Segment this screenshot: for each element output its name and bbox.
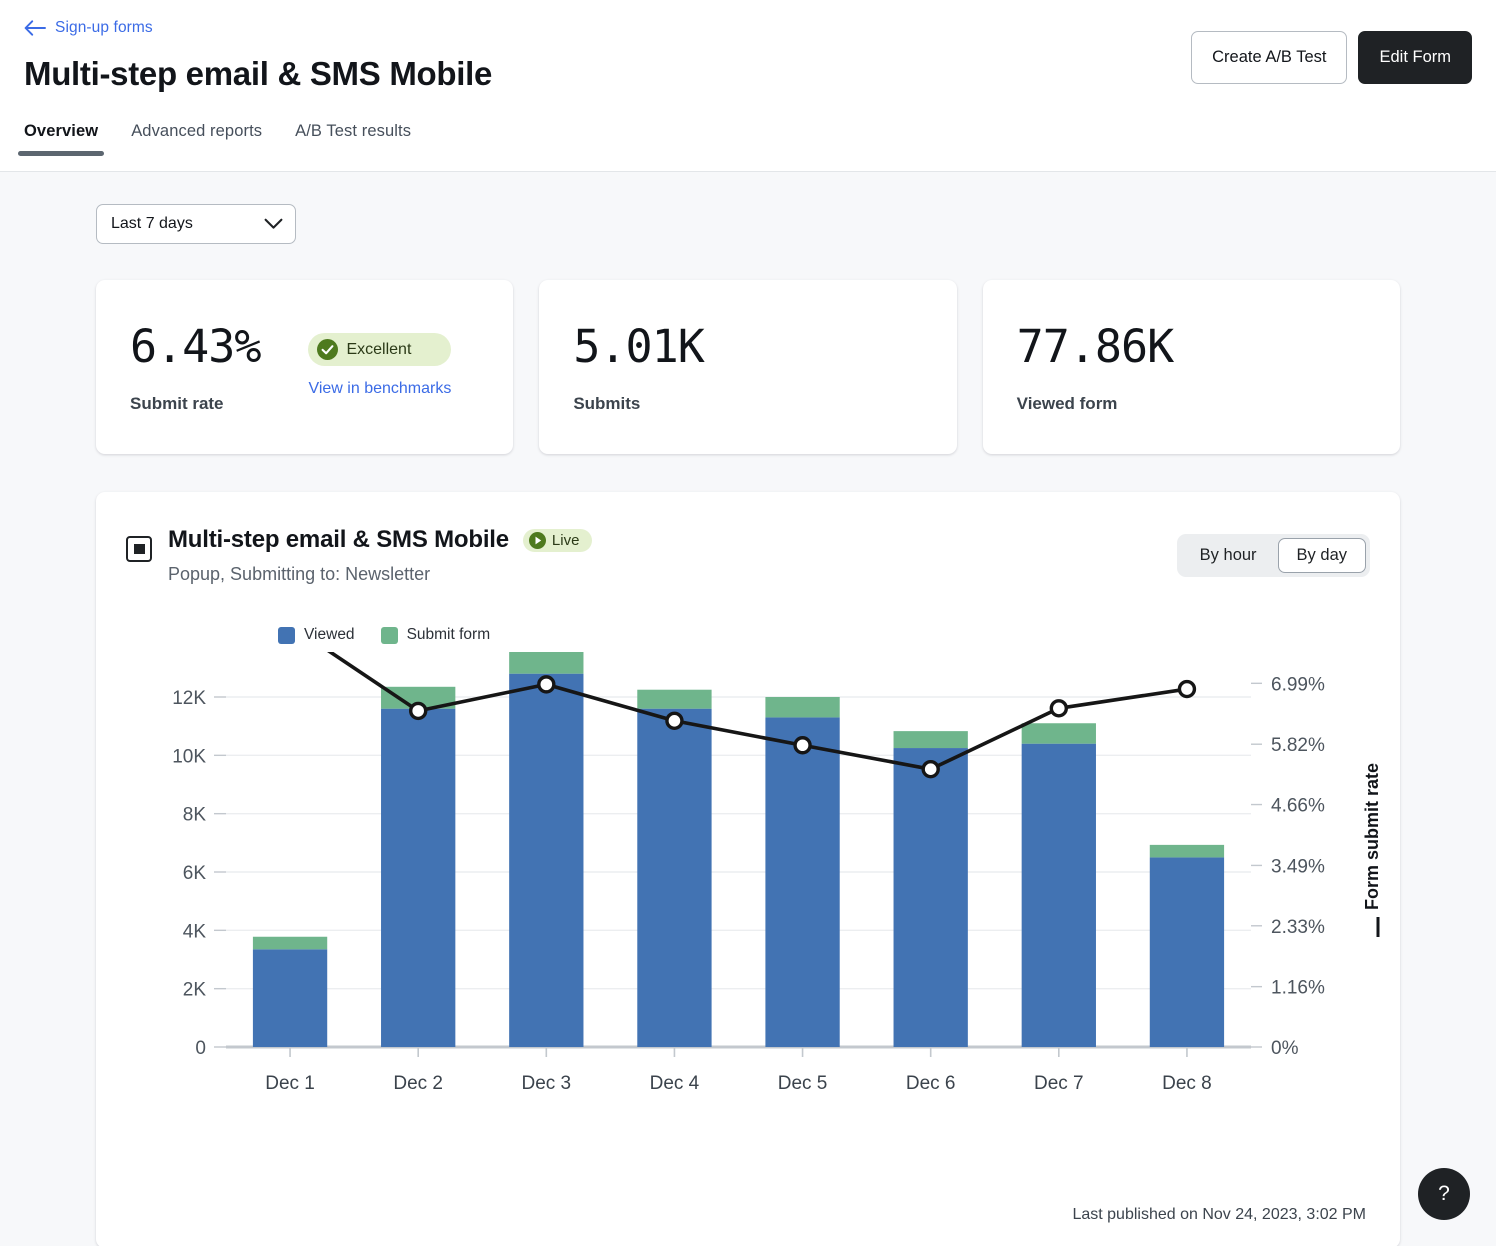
svg-text:8K: 8K xyxy=(183,805,207,826)
viewed-form-value: 77.86K xyxy=(1016,320,1175,373)
svg-text:6K: 6K xyxy=(183,863,207,884)
header-actions: Create A/B Test Edit Form xyxy=(1191,31,1472,84)
svg-text:Dec 6: Dec 6 xyxy=(906,1073,956,1094)
chart-panel: Multi-step email & SMS Mobile Live Popup… xyxy=(96,492,1400,1246)
svg-text:4K: 4K xyxy=(183,921,207,942)
back-arrow-icon xyxy=(24,20,46,36)
legend-swatch-submit-form xyxy=(380,626,398,644)
status-badge-excellent: Excellent xyxy=(308,333,452,366)
tab-ab-test-results[interactable]: A/B Test results xyxy=(295,122,411,152)
svg-text:Dec 2: Dec 2 xyxy=(393,1073,443,1094)
granularity-by-day[interactable]: By day xyxy=(1277,538,1366,573)
legend-label-submit-form: Submit form xyxy=(406,626,491,643)
last-published-text: Last published on Nov 24, 2023, 3:02 PM xyxy=(1072,1206,1366,1223)
tab-bar: Overview Advanced reports A/B Test resul… xyxy=(17,122,1472,156)
create-ab-test-button[interactable]: Create A/B Test xyxy=(1191,31,1348,84)
main-content: Last 7 days 6.43% Submit rate Excellent … xyxy=(0,172,1496,1246)
check-circle-icon xyxy=(317,339,339,360)
page-header: Sign-up forms Multi-step email & SMS Mob… xyxy=(0,0,1496,172)
tab-advanced-reports[interactable]: Advanced reports xyxy=(131,122,262,152)
viewed-form-label: Viewed form xyxy=(1016,394,1118,413)
granularity-by-hour[interactable]: By hour xyxy=(1181,538,1276,573)
svg-text:2.33%: 2.33% xyxy=(1271,917,1325,938)
svg-text:0: 0 xyxy=(195,1038,206,1059)
status-badge-label: Excellent xyxy=(346,340,412,358)
chart-panel-subtitle: Popup, Submitting to: Newsletter xyxy=(168,564,431,584)
metric-card-submit-rate: 6.43% Submit rate Excellent View in benc… xyxy=(96,280,514,454)
chevron-down-icon xyxy=(264,218,283,229)
granularity-toggle: By hour By day xyxy=(1176,534,1370,577)
svg-text:4.66%: 4.66% xyxy=(1271,796,1325,817)
chart-area: Viewed Submit form 0 2K 4K 6K 8K 10K 12K 0% 1.16… xyxy=(126,620,1382,1174)
chart-svg: 0 2K 4K 6K 8K 10K 12K 0% 1.16% 2.33% 3.49% 4.66% 5.8… xyxy=(172,652,1382,1094)
metric-card-viewed-form: 77.86K Viewed form xyxy=(982,280,1400,454)
svg-text:0%: 0% xyxy=(1271,1038,1299,1059)
svg-text:Dec 3: Dec 3 xyxy=(521,1073,571,1094)
date-range-select[interactable]: Last 7 days xyxy=(96,204,296,244)
metric-card-submits: 5.01K Submits xyxy=(539,280,957,454)
live-badge-label: Live xyxy=(551,531,580,549)
breadcrumb-label: Sign-up forms xyxy=(55,19,153,36)
edit-form-button[interactable]: Edit Form xyxy=(1358,31,1472,84)
view-in-benchmarks-link[interactable]: View in benchmarks xyxy=(308,380,451,398)
svg-text:Dec 7: Dec 7 xyxy=(1034,1073,1084,1094)
svg-text:Dec 1: Dec 1 xyxy=(265,1073,315,1094)
svg-text:1.16%: 1.16% xyxy=(1271,978,1325,999)
svg-text:2K: 2K xyxy=(183,980,207,1001)
svg-text:Dec 4: Dec 4 xyxy=(650,1073,700,1094)
legend-item-submit-form: Submit form xyxy=(380,626,491,644)
svg-text:6.99%: 6.99% xyxy=(1271,674,1325,695)
metric-cards: 6.43% Submit rate Excellent View in benc… xyxy=(24,280,1472,454)
svg-text:10K: 10K xyxy=(172,746,206,767)
breadcrumb[interactable]: Sign-up forms xyxy=(24,0,153,37)
submits-label: Submits xyxy=(573,394,641,413)
svg-text:Dec 8: Dec 8 xyxy=(1162,1073,1212,1094)
svg-text:12K: 12K xyxy=(172,688,206,709)
form-popup-icon xyxy=(126,536,152,562)
svg-text:5.82%: 5.82% xyxy=(1271,735,1325,756)
status-badge-live: Live xyxy=(522,528,593,552)
legend-swatch-viewed xyxy=(278,626,295,644)
submit-rate-value: 6.43% xyxy=(130,320,261,373)
submits-value: 5.01K xyxy=(573,320,704,373)
tab-overview[interactable]: Overview xyxy=(17,122,105,156)
filter-row: Last 7 days xyxy=(24,172,1472,244)
chart-panel-title: Multi-step email & SMS Mobile xyxy=(168,526,509,553)
help-button[interactable]: ? xyxy=(1418,1168,1470,1220)
chart-legend: Viewed Submit form xyxy=(126,620,1370,644)
play-circle-icon xyxy=(528,531,546,549)
svg-text:Dec 5: Dec 5 xyxy=(778,1073,828,1094)
date-range-value: Last 7 days xyxy=(111,215,193,232)
legend-item-viewed: Viewed xyxy=(278,626,355,644)
legend-label-viewed: Viewed xyxy=(304,626,355,643)
submit-rate-label: Submit rate xyxy=(130,394,224,413)
svg-text:Form submit rate: Form submit rate xyxy=(1362,763,1382,910)
svg-text:3.49%: 3.49% xyxy=(1271,856,1325,877)
